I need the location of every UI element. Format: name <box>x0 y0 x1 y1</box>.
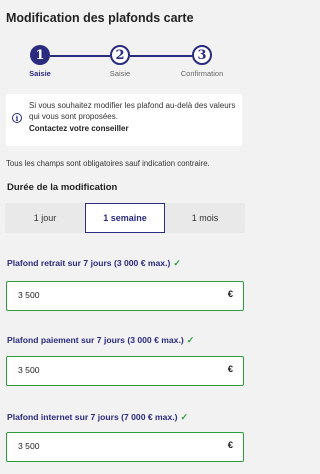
duration-option-1-mois[interactable]: 1 mois <box>165 203 245 233</box>
contact-advisor-link[interactable]: Contactez votre conseiller <box>29 124 129 133</box>
info-box: i Si vous souhaitez modifier les plafond… <box>6 94 242 146</box>
step-3-label: Confirmation <box>180 69 224 78</box>
payment-limit-value: 3 500 <box>18 365 40 375</box>
stepper-connector <box>130 55 193 57</box>
stepper-connector <box>50 55 110 57</box>
duration-selector: 1 jour 1 semaine 1 mois <box>5 203 245 233</box>
check-icon: ✓ <box>180 412 189 422</box>
payment-limit-label: Plafond paiement sur 7 jours (3 000 € ma… <box>7 335 194 346</box>
step-3-indicator: 3 <box>192 45 212 65</box>
step-1-indicator: 1 <box>30 45 50 65</box>
duration-option-1-jour[interactable]: 1 jour <box>5 203 85 233</box>
step-1-label: Saisie <box>29 69 51 78</box>
withdrawal-limit-input[interactable]: 3 500 € <box>6 281 244 311</box>
info-text: Si vous souhaitez modifier les plafond a… <box>29 101 236 121</box>
currency-unit: € <box>227 440 233 451</box>
check-icon: ✓ <box>186 335 195 345</box>
stepper: 1 2 3 Saisie Saisie Confirmation <box>0 44 250 80</box>
step-2-label: Saisie <box>109 69 131 78</box>
withdrawal-limit-label-text: Plafond retrait sur 7 jours (3 000 € max… <box>7 258 171 268</box>
duration-label: Durée de la modification <box>7 182 118 193</box>
payment-limit-label-text: Plafond paiement sur 7 jours (3 000 € ma… <box>7 335 184 345</box>
duration-option-1-semaine[interactable]: 1 semaine <box>85 203 165 233</box>
info-icon: i <box>12 113 22 123</box>
withdrawal-limit-label: Plafond retrait sur 7 jours (3 000 € max… <box>7 258 181 269</box>
currency-unit: € <box>227 364 233 375</box>
page-title: Modification des plafonds carte <box>6 11 194 25</box>
internet-limit-value: 3 500 <box>18 441 40 451</box>
withdrawal-limit-value: 3 500 <box>18 290 40 300</box>
internet-limit-label-text: Plafond internet sur 7 jours (7 000 € ma… <box>7 412 178 422</box>
internet-limit-label: Plafond internet sur 7 jours (7 000 € ma… <box>7 412 188 423</box>
currency-unit: € <box>227 289 233 300</box>
payment-limit-input[interactable]: 3 500 € <box>6 356 244 386</box>
mandatory-note: Tous les champs sont obligatoires sauf i… <box>6 159 210 168</box>
check-icon: ✓ <box>173 258 181 268</box>
step-2-indicator: 2 <box>110 45 130 65</box>
internet-limit-input[interactable]: 3 500 € <box>6 432 244 462</box>
